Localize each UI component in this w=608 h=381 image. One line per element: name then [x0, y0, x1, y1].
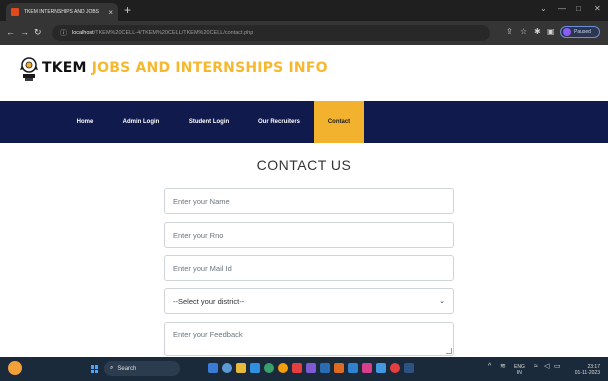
main-navigation: Home Admin Login Student Login Our Recru… [0, 101, 608, 143]
extensions-icon[interactable]: ✱ [534, 27, 541, 37]
minimize-button[interactable]: — [558, 4, 566, 13]
rno-input[interactable]: Enter your Rno [164, 222, 454, 248]
app-icon-blue[interactable] [320, 363, 330, 373]
vscode-icon[interactable] [404, 363, 414, 373]
app-icon-orange[interactable] [334, 363, 344, 373]
url-path: /TKEM%20CELL-4/TKEM%20CELL/TKEM%20CELL/c… [93, 30, 254, 36]
app-icon-circle[interactable] [390, 363, 400, 373]
search-icon: ⌕ [110, 365, 114, 371]
district-select[interactable]: --Select your district-- ⌄ [164, 288, 454, 314]
nav-contact[interactable]: Contact [314, 101, 364, 143]
site-brand-title[interactable]: TKEM JOBS AND INTERNSHIPS INFO [42, 60, 328, 76]
browser-tab-bar: TKEM INTERNSHIPS AND JOBS × + ⌄ — □ ✕ [0, 0, 608, 21]
close-window-button[interactable]: ✕ [594, 4, 601, 13]
file-explorer-icon[interactable] [236, 363, 246, 373]
chat-icon[interactable] [222, 363, 232, 373]
tray-app-icon[interactable]: ≋ [500, 363, 506, 370]
taskbar-search-label: Search [117, 365, 137, 372]
url-host: localhost [72, 30, 94, 36]
tray-chevron-icon[interactable]: ^ [488, 363, 491, 370]
avatar [563, 28, 571, 36]
feedback-textarea[interactable]: Enter your Feedback [164, 322, 454, 356]
battery-icon[interactable]: ▭ [554, 363, 561, 370]
browser-toolbar: ← → ↻ ⓘ localhost /TKEM%20CELL-4/TKEM%20… [0, 21, 608, 45]
app-icon-lightblue[interactable] [376, 363, 386, 373]
resize-handle-icon[interactable] [446, 348, 452, 354]
site-favicon-icon [11, 8, 19, 16]
address-bar[interactable]: ⓘ localhost /TKEM%20CELL-4/TKEM%20CELL/T… [52, 25, 490, 41]
task-view-icon[interactable] [208, 363, 218, 373]
windows-start-icon[interactable] [91, 365, 99, 373]
store-icon[interactable] [250, 363, 260, 373]
nav-student-login[interactable]: Student Login [180, 101, 238, 143]
reload-icon[interactable]: ↻ [34, 27, 42, 37]
tab-title: TKEM INTERNSHIPS AND JOBS [24, 9, 100, 15]
name-input[interactable]: Enter your Name [164, 188, 454, 214]
page-title: CONTACT US [256, 157, 352, 173]
site-info-icon[interactable]: ⓘ [60, 28, 67, 38]
district-selected-value: --Select your district-- [173, 296, 245, 306]
taskbar-search[interactable]: ⌕ Search [104, 361, 180, 376]
forward-arrow-icon[interactable]: → [20, 27, 29, 37]
bookmark-star-icon[interactable]: ☆ [520, 27, 527, 37]
tab-close-icon[interactable]: × [108, 8, 113, 17]
nav-admin-login[interactable]: Admin Login [114, 101, 168, 143]
profile-button[interactable]: Paused [560, 26, 600, 38]
chevron-down-icon: ⌄ [439, 298, 445, 305]
volume-icon[interactable]: ◁ [544, 363, 549, 370]
feedback-placeholder: Enter your Feedback [173, 330, 243, 339]
profile-status: Paused [574, 29, 591, 35]
new-tab-button[interactable]: + [124, 3, 131, 17]
maximize-button[interactable]: □ [576, 4, 581, 13]
share-icon[interactable]: ⇪ [506, 27, 513, 37]
brand-secondary: JOBS AND INTERNSHIPS INFO [86, 60, 328, 76]
college-logo-icon [20, 57, 38, 81]
mail-input[interactable]: Enter your Mail Id [164, 255, 454, 281]
brand-primary: TKEM [42, 60, 87, 76]
wifi-icon[interactable]: ≈ [534, 363, 538, 370]
app-icon-pink[interactable] [362, 363, 372, 373]
app-icon-purple[interactable] [306, 363, 316, 373]
browser-tab[interactable]: TKEM INTERNSHIPS AND JOBS × [6, 3, 118, 21]
weather-icon[interactable] [8, 361, 22, 375]
clock[interactable]: 23:17 01-11-2023 [568, 364, 600, 376]
chrome-icon[interactable] [278, 363, 288, 373]
language-region: IN [516, 370, 522, 376]
tab-search-icon[interactable]: ⌄ [540, 4, 547, 13]
app-icon-red[interactable] [292, 363, 302, 373]
app-icon-teal[interactable] [348, 363, 358, 373]
clock-date: 01-11-2023 [574, 370, 600, 376]
sidebar-icon[interactable]: ▣ [547, 27, 555, 37]
language-indicator[interactable]: ENG IN [514, 364, 525, 376]
nav-home[interactable]: Home [64, 101, 106, 143]
back-arrow-icon[interactable]: ← [6, 27, 15, 37]
edge-icon[interactable] [264, 363, 274, 373]
nav-our-recruiters[interactable]: Our Recruiters [250, 101, 308, 143]
